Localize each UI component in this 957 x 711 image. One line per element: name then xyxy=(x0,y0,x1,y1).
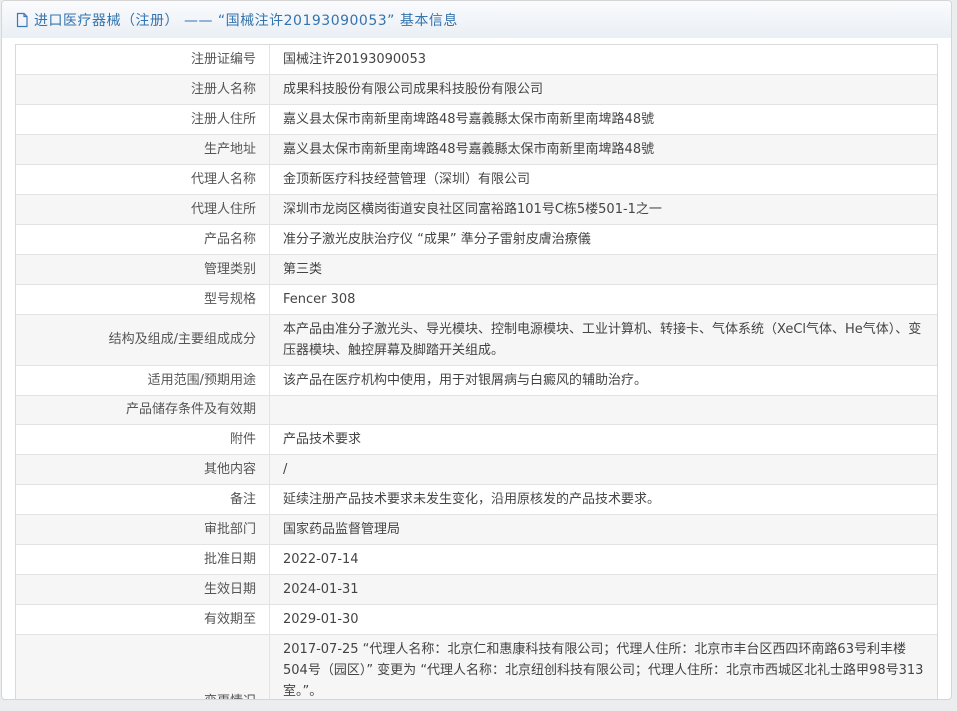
row-value: 产品技术要求 xyxy=(283,432,362,447)
row-label: 代理人住所 xyxy=(16,195,270,224)
row-label: 产品储存条件及有效期 xyxy=(16,396,270,424)
table-row: 有效期至 2029-01-30 xyxy=(16,605,937,635)
row-value: 第三类 xyxy=(283,262,323,277)
row-label: 生产地址 xyxy=(16,135,270,164)
table-row: 产品储存条件及有效期 xyxy=(16,396,937,425)
table-row: 注册证编号 国械注许20193090053 xyxy=(16,45,937,75)
table-row: 结构及组成/主要组成成分 本产品由准分子激光头、导光模块、控制电源模块、工业计算机… xyxy=(16,315,937,366)
row-value: 2017-07-25 “代理人名称：北京仁和惠康科技有限公司；代理人住所：北京市… xyxy=(270,635,937,699)
row-value: 国械注许20193090053 xyxy=(283,52,426,67)
row-label: 其他内容 xyxy=(16,455,270,484)
row-value: 金顶新医疗科技经营管理（深圳）有限公司 xyxy=(283,172,531,187)
row-value: 本产品由准分子激光头、导光模块、控制电源模块、工业计算机、转接卡、气体系统（Xe… xyxy=(283,322,922,358)
row-label: 附件 xyxy=(16,425,270,454)
row-label: 生效日期 xyxy=(16,575,270,604)
row-label: 代理人名称 xyxy=(16,165,270,194)
row-value: 2029-01-30 xyxy=(283,612,359,627)
row-value: 2022-07-14 xyxy=(283,552,359,567)
registration-table: 注册证编号 国械注许20193090053 注册人名称 成果科技股份有限公司成果科技股… xyxy=(15,44,938,699)
row-value xyxy=(270,396,937,424)
table-row: 产品名称 准分子激光皮肤治疗仪 “成果” 準分子雷射皮膚治療儀 xyxy=(16,225,937,255)
row-value: 深圳市龙岗区横岗街道安良社区同富裕路101号C栋5楼501-1之一 xyxy=(283,202,662,217)
table-row: 备注 延续注册产品技术要求未发生变化，沿用原核发的产品技术要求。 xyxy=(16,485,937,515)
row-label: 审批部门 xyxy=(16,515,270,544)
row-value: 成果科技股份有限公司成果科技股份有限公司 xyxy=(283,82,544,97)
change-record-paragraph: 2017-07-25 “代理人名称：北京仁和惠康科技有限公司；代理人住所：北京市… xyxy=(283,642,924,699)
row-label: 结构及组成/主要组成成分 xyxy=(16,315,270,365)
table-row: 管理类别 第三类 xyxy=(16,255,937,285)
table-row: 适用范围/预期用途 该产品在医疗机构中使用，用于对银屑病与白癜风的辅助治疗。 xyxy=(16,366,937,396)
row-label: 变更情况 xyxy=(16,635,270,699)
row-value: / xyxy=(283,462,288,477)
table-row: 代理人名称 金顶新医疗科技经营管理（深圳）有限公司 xyxy=(16,165,937,195)
page-title: 进口医疗器械（注册） —— “国械注许20193090053” 基本信息 xyxy=(34,12,458,29)
row-label: 管理类别 xyxy=(16,255,270,284)
table-row: 审批部门 国家药品监督管理局 xyxy=(16,515,937,545)
row-label: 适用范围/预期用途 xyxy=(16,366,270,395)
document-icon xyxy=(15,12,29,28)
table-row: 注册人名称 成果科技股份有限公司成果科技股份有限公司 xyxy=(16,75,937,105)
table-row: 生产地址 嘉义县太保市南新里南埤路48号嘉義縣太保市南新里南埤路48號 xyxy=(16,135,937,165)
row-value: 2024-01-31 xyxy=(283,582,359,597)
row-label: 注册证编号 xyxy=(16,45,270,74)
table-row: 型号规格 Fencer 308 xyxy=(16,285,937,315)
row-value: Fencer 308 xyxy=(283,292,356,307)
table-row: 变更情况2017-07-25 “代理人名称：北京仁和惠康科技有限公司；代理人住所… xyxy=(16,635,937,699)
row-value: 延续注册产品技术要求未发生变化，沿用原核发的产品技术要求。 xyxy=(283,492,661,507)
row-value: 嘉义县太保市南新里南埤路48号嘉義縣太保市南新里南埤路48號 xyxy=(283,112,655,127)
info-panel: 进口医疗器械（注册） —— “国械注许20193090053” 基本信息 注册证… xyxy=(1,0,952,700)
row-label: 有效期至 xyxy=(16,605,270,634)
row-value: 国家药品监督管理局 xyxy=(283,522,401,537)
row-label: 备注 xyxy=(16,485,270,514)
row-label: 注册人住所 xyxy=(16,105,270,134)
row-value: 准分子激光皮肤治疗仪 “成果” 準分子雷射皮膚治療儀 xyxy=(283,232,591,247)
table-row: 附件 产品技术要求 xyxy=(16,425,937,455)
row-label: 注册人名称 xyxy=(16,75,270,104)
table-row: 代理人住所 深圳市龙岗区横岗街道安良社区同富裕路101号C栋5楼501-1之一 xyxy=(16,195,937,225)
row-label: 型号规格 xyxy=(16,285,270,314)
table-row: 批准日期 2022-07-14 xyxy=(16,545,937,575)
row-value: 该产品在医疗机构中使用，用于对银屑病与白癜风的辅助治疗。 xyxy=(283,373,648,388)
row-label: 产品名称 xyxy=(16,225,270,254)
page-header: 进口医疗器械（注册） —— “国械注许20193090053” 基本信息 xyxy=(2,1,951,38)
row-value: 嘉义县太保市南新里南埤路48号嘉義縣太保市南新里南埤路48號 xyxy=(283,142,655,157)
table-row: 注册人住所 嘉义县太保市南新里南埤路48号嘉義縣太保市南新里南埤路48號 xyxy=(16,105,937,135)
table-row: 生效日期 2024-01-31 xyxy=(16,575,937,605)
row-label: 批准日期 xyxy=(16,545,270,574)
table-row: 其他内容 / xyxy=(16,455,937,485)
